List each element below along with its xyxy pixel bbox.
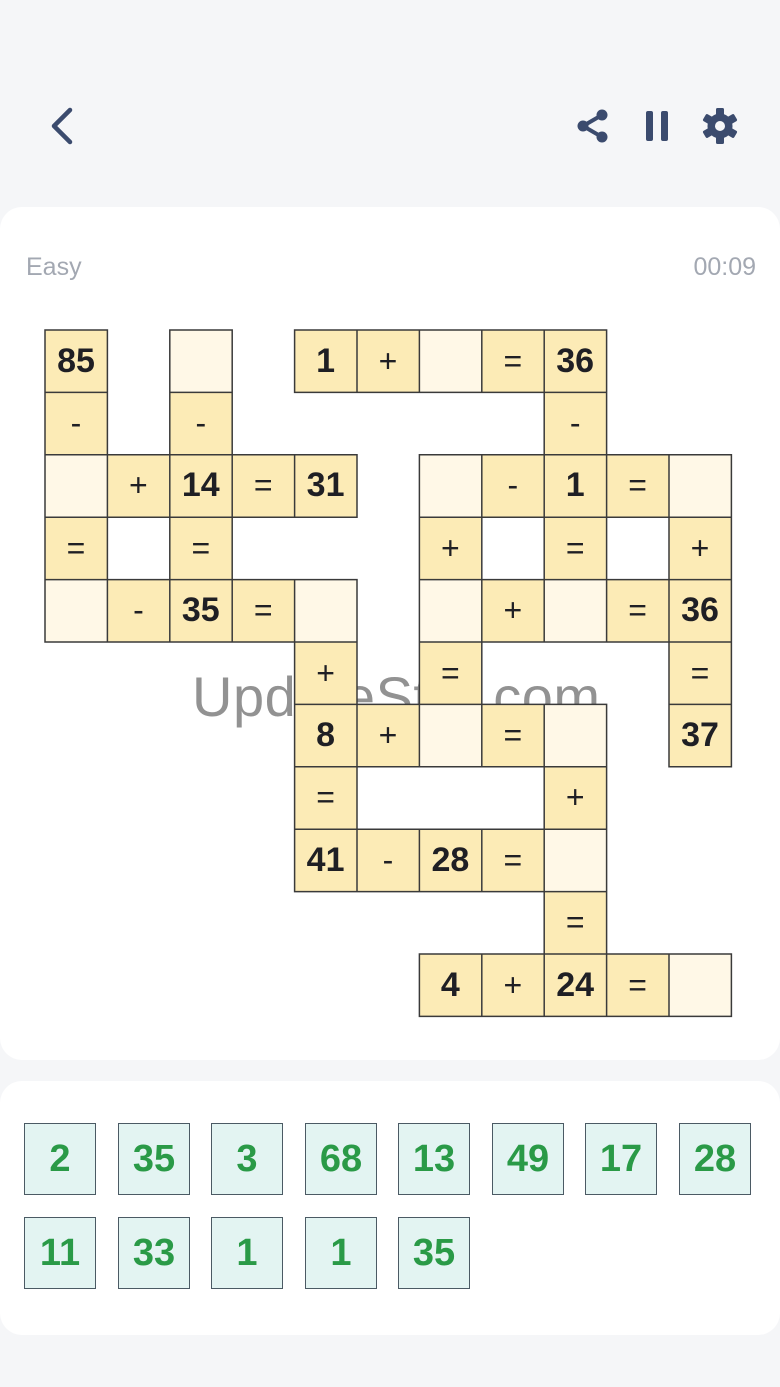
number-cell: 4 bbox=[419, 954, 482, 1016]
number-tile[interactable]: 2 bbox=[24, 1123, 96, 1195]
number-tile[interactable]: 13 bbox=[398, 1123, 470, 1195]
share-icon bbox=[577, 109, 608, 143]
empty-cell[interactable] bbox=[669, 954, 731, 1016]
empty-cell[interactable] bbox=[544, 829, 607, 892]
operator-cell: + bbox=[481, 954, 544, 1016]
number-cell: 8 bbox=[294, 704, 357, 767]
pause-icon bbox=[646, 111, 668, 141]
operator-cell: = bbox=[232, 454, 295, 517]
number-cell: 24 bbox=[544, 954, 607, 1016]
number-cell: 41 bbox=[294, 829, 357, 892]
empty-cell[interactable] bbox=[45, 454, 107, 517]
number-tile[interactable]: 1 bbox=[211, 1217, 283, 1289]
operator-cell: - bbox=[357, 829, 419, 892]
operator-cell: - bbox=[45, 392, 107, 455]
empty-cell[interactable] bbox=[419, 330, 482, 392]
operator-cell: = bbox=[481, 330, 544, 392]
number-tile[interactable]: 49 bbox=[492, 1123, 564, 1195]
operator-cell: + bbox=[294, 642, 357, 704]
operator-cell: + bbox=[669, 517, 731, 580]
operator-cell: = bbox=[606, 579, 669, 642]
operator-cell: = bbox=[481, 829, 544, 892]
number-cell: 1 bbox=[544, 454, 607, 517]
settings-button[interactable] bbox=[694, 100, 746, 152]
operator-cell: = bbox=[606, 954, 669, 1016]
timer: 00:09 bbox=[693, 253, 756, 281]
number-cell: 14 bbox=[169, 454, 232, 517]
number-tile[interactable]: 68 bbox=[305, 1123, 377, 1195]
number-cell: 35 bbox=[169, 579, 232, 642]
number-tile[interactable]: 35 bbox=[118, 1123, 190, 1195]
operator-cell: + bbox=[357, 330, 419, 392]
empty-cell[interactable] bbox=[669, 454, 731, 517]
empty-cell[interactable] bbox=[169, 330, 232, 392]
empty-cell[interactable] bbox=[544, 579, 607, 642]
number-tray bbox=[0, 1081, 780, 1335]
share-button[interactable] bbox=[568, 100, 618, 152]
difficulty-label: Easy bbox=[26, 253, 82, 281]
operator-cell: = bbox=[45, 517, 107, 580]
number-cell: 1 bbox=[294, 330, 357, 392]
operator-cell: + bbox=[107, 454, 170, 517]
operator-cell: = bbox=[481, 704, 544, 767]
chevron-left-icon bbox=[51, 107, 73, 145]
back-button[interactable] bbox=[38, 100, 88, 152]
operator-cell: - bbox=[107, 579, 170, 642]
operator-cell: + bbox=[419, 517, 482, 580]
number-cell: 37 bbox=[669, 704, 731, 767]
empty-cell[interactable] bbox=[544, 704, 607, 767]
number-cell: 85 bbox=[45, 330, 107, 392]
empty-cell[interactable] bbox=[419, 579, 482, 642]
number-tile[interactable]: 28 bbox=[679, 1123, 751, 1195]
operator-cell: = bbox=[544, 891, 607, 954]
operator-cell: + bbox=[481, 579, 544, 642]
pause-button[interactable] bbox=[632, 100, 682, 152]
operator-cell: - bbox=[169, 392, 232, 455]
number-cell: 36 bbox=[544, 330, 607, 392]
operator-cell: = bbox=[419, 642, 482, 704]
empty-cell[interactable] bbox=[294, 579, 357, 642]
gear-icon bbox=[702, 108, 738, 144]
number-tile[interactable]: 11 bbox=[24, 1217, 96, 1289]
operator-cell: + bbox=[357, 704, 419, 767]
empty-cell[interactable] bbox=[419, 704, 482, 767]
operator-cell: - bbox=[481, 454, 544, 517]
operator-cell: = bbox=[294, 766, 357, 829]
operator-cell: + bbox=[544, 766, 607, 829]
empty-cell[interactable] bbox=[45, 579, 107, 642]
number-cell: 31 bbox=[294, 454, 357, 517]
number-tile[interactable]: 17 bbox=[585, 1123, 657, 1195]
number-tile[interactable]: 35 bbox=[398, 1217, 470, 1289]
number-cell: 36 bbox=[669, 579, 731, 642]
top-bar bbox=[0, 0, 780, 200]
number-tile[interactable]: 33 bbox=[118, 1217, 190, 1289]
operator-cell: - bbox=[544, 392, 607, 455]
number-tile[interactable]: 3 bbox=[211, 1123, 283, 1195]
empty-cell[interactable] bbox=[419, 454, 482, 517]
operator-cell: = bbox=[669, 642, 731, 704]
operator-cell: = bbox=[169, 517, 232, 580]
operator-cell: = bbox=[544, 517, 607, 580]
operator-cell: = bbox=[232, 579, 295, 642]
number-cell: 28 bbox=[419, 829, 482, 892]
operator-cell: = bbox=[606, 454, 669, 517]
number-tile[interactable]: 1 bbox=[305, 1217, 377, 1289]
